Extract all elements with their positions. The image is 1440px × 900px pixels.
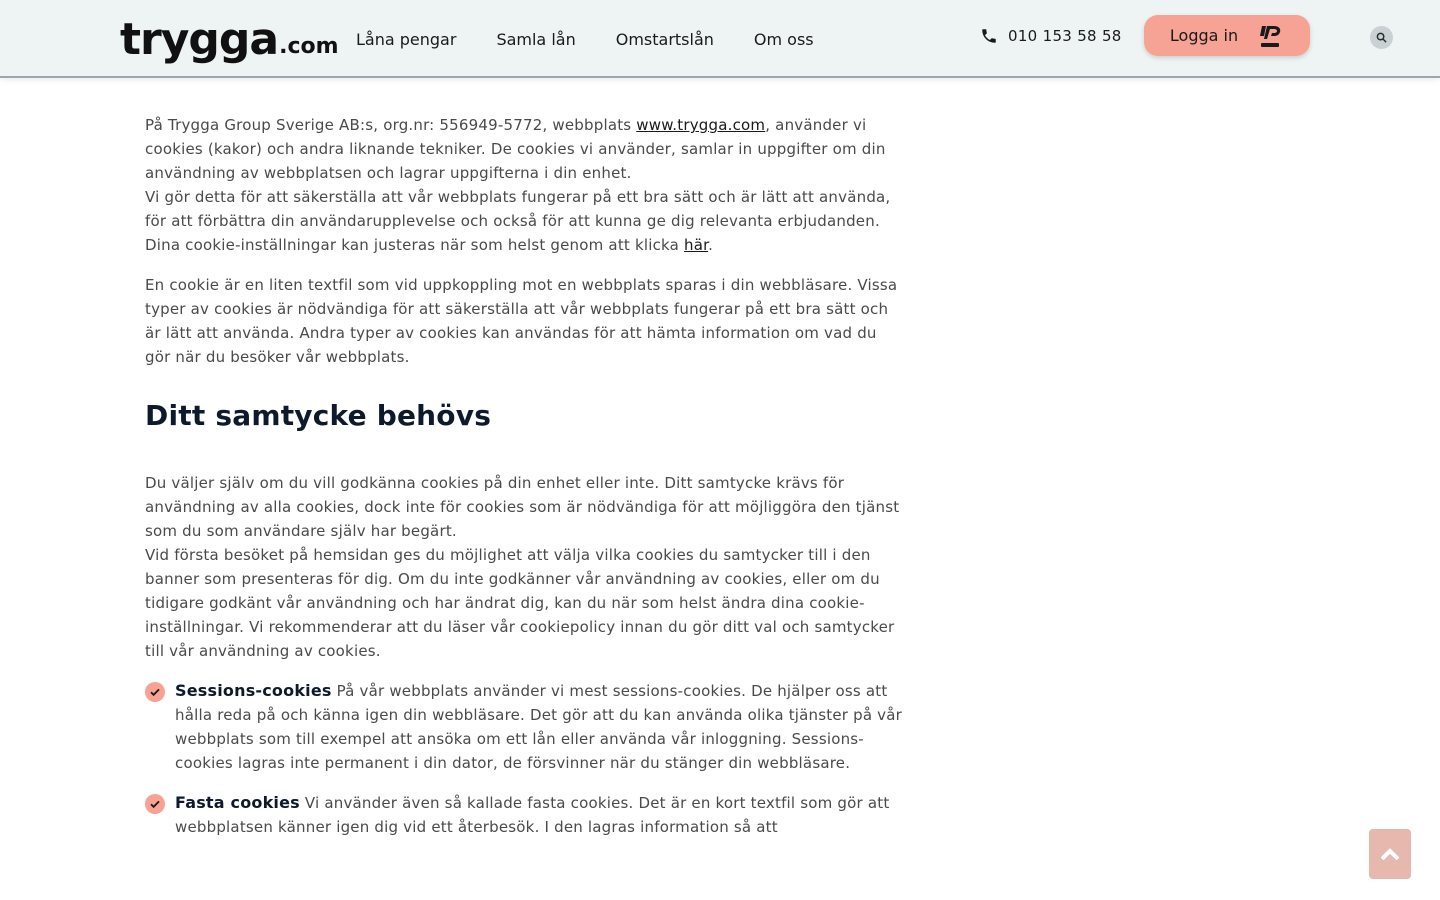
cookie-settings-link[interactable]: här [684, 236, 708, 254]
bankid-icon [1256, 22, 1284, 50]
cookie-definition-paragraph: En cookie är en liten textfil som vid up… [145, 276, 898, 366]
site-link[interactable]: www.trygga.com [636, 116, 765, 134]
logo[interactable]: trygga .com [120, 12, 339, 62]
search-icon [1376, 28, 1387, 47]
intro-text-3: Vi gör detta för att säkerställa att vår… [145, 188, 891, 230]
main-nav: Låna pengar Samla lån Omstartslån Om oss [356, 30, 854, 50]
nav-samla-lan[interactable]: Samla lån [496, 30, 575, 50]
login-button[interactable]: Logga in [1144, 15, 1310, 56]
intro-text-end: . [708, 236, 714, 254]
intro-paragraph: På Trygga Group Sverige AB:s, org.nr: 55… [145, 113, 905, 257]
consent-heading: Ditt samtycke behövs [145, 399, 492, 432]
search-button[interactable] [1370, 26, 1393, 49]
main-content: På Trygga Group Sverige AB:s, org.nr: 55… [145, 113, 905, 839]
phone-number: 010 153 58 58 [1008, 27, 1122, 45]
site-header: trygga .com Låna pengar Samla lån Omstar… [0, 0, 1440, 78]
list-item: Sessions-cookies På vår webbplats använd… [145, 679, 905, 775]
list-item-title: Fasta cookies [175, 793, 300, 812]
check-icon [145, 682, 165, 702]
chevron-up-icon [1380, 845, 1400, 864]
check-icon [145, 794, 165, 814]
logo-suffix: .com [279, 34, 339, 59]
login-label: Logga in [1169, 26, 1239, 45]
list-item-title: Sessions-cookies [175, 681, 332, 700]
phone-link[interactable]: 010 153 58 58 [980, 27, 1122, 45]
phone-icon [980, 27, 998, 45]
nav-om-oss[interactable]: Om oss [754, 30, 814, 50]
consent-text-2: Vid första besöket på hemsidan ges du mö… [145, 546, 895, 660]
list-item-text: Sessions-cookies På vår webbplats använd… [175, 679, 905, 775]
list-item: Fasta cookies Vi använder även så kallad… [145, 791, 905, 839]
scroll-to-top-button[interactable] [1369, 829, 1411, 879]
list-item-text: Fasta cookies Vi använder även så kallad… [175, 791, 905, 839]
logo-main: trygga [120, 14, 279, 65]
intro-text-1: På Trygga Group Sverige AB:s, org.nr: 55… [145, 116, 637, 134]
nav-lana-pengar[interactable]: Låna pengar [356, 30, 456, 50]
consent-text-1: Du väljer själv om du vill godkänna cook… [145, 474, 900, 540]
consent-paragraph: Du väljer själv om du vill godkänna cook… [145, 471, 905, 663]
nav-omstartslan[interactable]: Omstartslån [616, 30, 714, 50]
intro-text-4: Dina cookie-inställningar kan justeras n… [145, 236, 684, 254]
